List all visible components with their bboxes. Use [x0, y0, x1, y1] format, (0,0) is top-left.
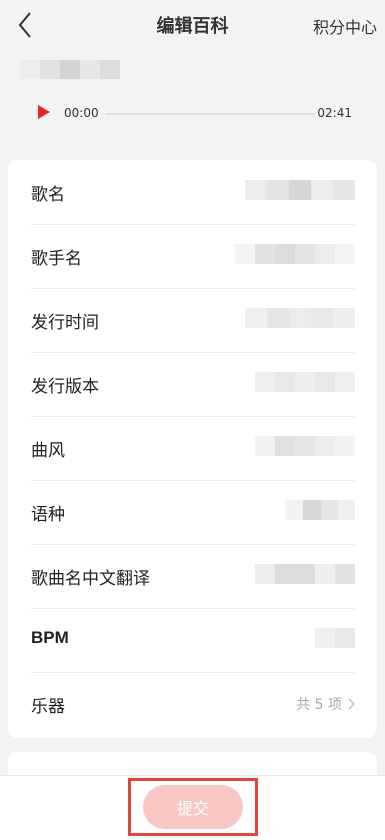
progress-bar[interactable]	[105, 113, 315, 115]
field-label: 乐器	[31, 697, 65, 717]
header: 编辑百科 积分中心	[0, 0, 385, 50]
info-card: 歌名 歌手名 发行时间 发行版本 曲风 语种 歌曲名中文翻译 BPM 乐器 共 …	[8, 160, 377, 738]
song-name-blurred	[20, 60, 120, 79]
field-value-blurred	[315, 628, 355, 648]
play-icon[interactable]	[38, 105, 50, 119]
field-row-genre[interactable]: 曲风	[31, 416, 355, 481]
instrument-count: 共 5 项	[296, 694, 355, 714]
field-row-release-version[interactable]: 发行版本	[31, 352, 355, 417]
field-label: 曲风	[31, 441, 65, 461]
field-value-blurred	[245, 308, 355, 328]
field-label: 歌手名	[31, 249, 82, 269]
field-value-blurred	[245, 180, 355, 200]
submit-button[interactable]: 提交	[143, 785, 243, 829]
field-value-blurred	[255, 564, 355, 584]
field-row-song-name[interactable]: 歌名	[31, 160, 355, 225]
field-row-artist[interactable]: 歌手名	[31, 224, 355, 289]
field-label: 发行版本	[31, 377, 99, 397]
field-label: BPM	[31, 628, 69, 647]
field-row-chinese-translation[interactable]: 歌曲名中文翻译	[31, 544, 355, 609]
audio-player: 00:00 02:41	[0, 96, 385, 130]
field-label: 发行时间	[31, 313, 99, 333]
field-label: 语种	[31, 505, 65, 525]
field-row-language[interactable]: 语种	[31, 480, 355, 545]
field-label: 歌名	[31, 185, 65, 205]
field-label: 歌曲名中文翻译	[31, 569, 150, 589]
total-time: 02:41	[317, 106, 352, 120]
field-value-blurred	[285, 500, 355, 520]
points-center-link[interactable]: 积分中心	[313, 14, 377, 38]
current-time: 00:00	[64, 106, 99, 120]
field-value-blurred	[255, 372, 355, 392]
field-value-blurred	[255, 436, 355, 456]
field-value-blurred	[235, 244, 355, 264]
chevron-right-icon	[348, 698, 355, 710]
field-row-release-date[interactable]: 发行时间	[31, 288, 355, 353]
instrument-count-text: 共 5 项	[296, 697, 342, 713]
field-row-bpm[interactable]: BPM	[31, 608, 355, 673]
field-row-instruments[interactable]: 乐器 共 5 项	[31, 672, 355, 736]
